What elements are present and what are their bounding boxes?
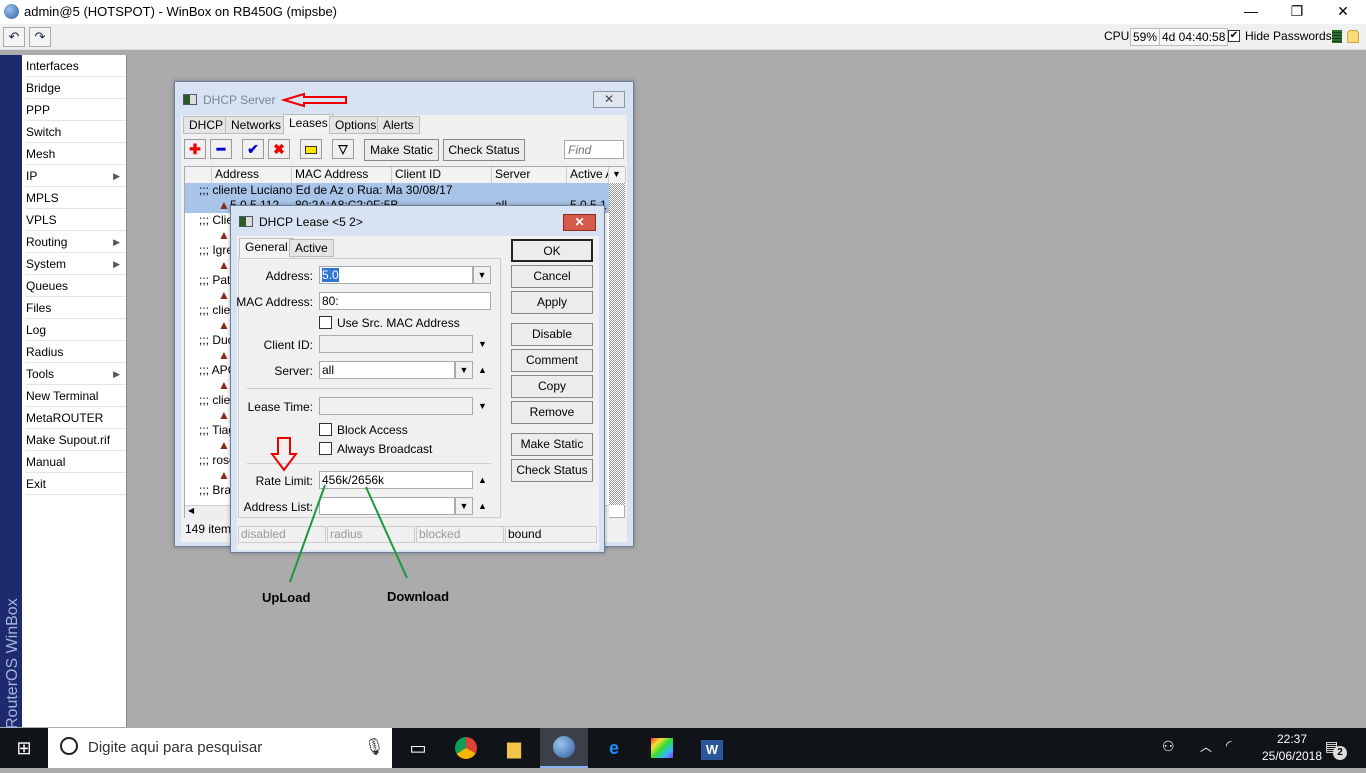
task-view-icon[interactable]: ▭: [394, 728, 442, 768]
winbox-taskbar-icon[interactable]: [540, 728, 588, 768]
upload-pointer-line: [289, 484, 326, 583]
notifications-icon[interactable]: ▤ 2: [1325, 738, 1347, 760]
clock-time[interactable]: 22:37: [1262, 732, 1322, 746]
file-explorer-icon[interactable]: ▆: [490, 728, 538, 768]
edge-icon[interactable]: e: [590, 728, 638, 768]
word-icon[interactable]: W: [688, 728, 736, 768]
people-icon[interactable]: ⚇: [1162, 738, 1175, 755]
red-arrow-left-icon: [280, 92, 347, 108]
windows-taskbar: ⊞ Digite aqui para pesquisar 🎙 ▭ ▆ e W ⚇…: [0, 728, 1366, 768]
wifi-icon[interactable]: ◜: [1226, 737, 1231, 754]
annotation-overlay: [270, 92, 408, 583]
search-icon: [60, 737, 78, 755]
search-placeholder: Digite aqui para pesquisar: [88, 739, 263, 756]
microphone-icon[interactable]: 🎙: [364, 737, 384, 757]
notification-count: 2: [1333, 746, 1347, 760]
download-annotation: Download: [387, 589, 450, 604]
paint-icon[interactable]: [638, 728, 686, 768]
clock-date[interactable]: 25/06/2018: [1250, 749, 1334, 763]
red-arrow-down-icon: [270, 437, 298, 472]
chrome-icon[interactable]: [442, 728, 490, 768]
download-pointer-line: [365, 486, 408, 579]
start-button[interactable]: ⊞: [0, 728, 48, 768]
upload-annotation: UpLoad: [262, 590, 311, 605]
search-box[interactable]: Digite aqui para pesquisar 🎙: [48, 728, 392, 768]
show-hidden-icons[interactable]: ︿: [1200, 738, 1212, 755]
